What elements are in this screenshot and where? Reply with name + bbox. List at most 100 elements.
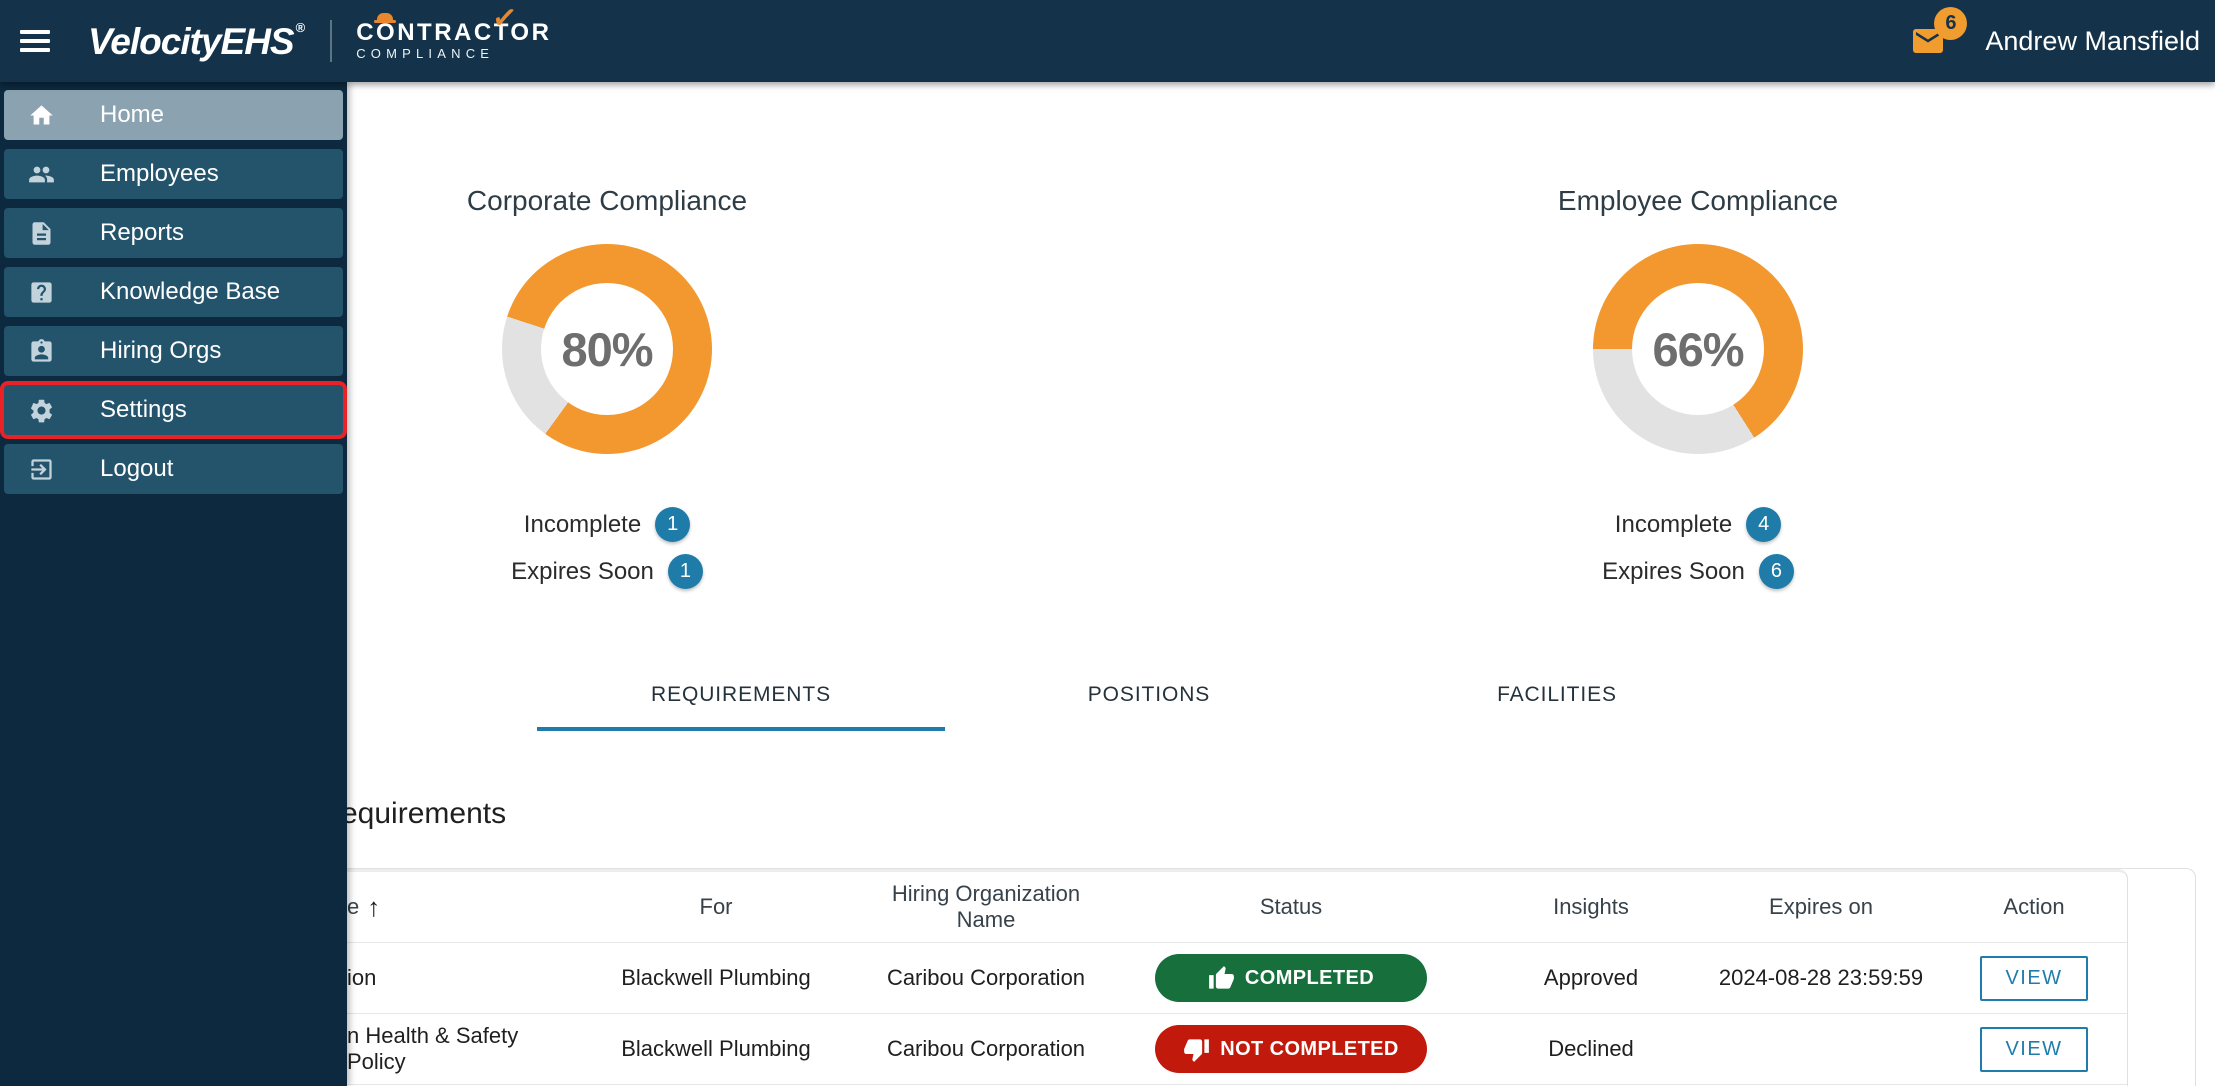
sidebar-item-label: Employees <box>100 160 219 188</box>
table-row: ion Blackwell Plumbing Caribou Corporati… <box>101 943 2127 1014</box>
top-app-bar: VelocityEHS® CONTRACTOR ✓ COMPLIANCE 6 A… <box>0 0 2215 82</box>
sidebar-item-knowledge-base[interactable]: Knowledge Base <box>4 267 343 317</box>
thumbs-down-icon <box>1183 1036 1210 1063</box>
employee-compliance-chart: Employee Compliance 66% Incomplete 4 Exp… <box>1488 185 1908 601</box>
tab-positions[interactable]: POSITIONS <box>945 658 1353 731</box>
contractor-compliance-logo: CONTRACTOR ✓ COMPLIANCE <box>356 21 551 62</box>
employees-icon <box>28 161 55 188</box>
tab-label: FACILITIES <box>1497 683 1617 707</box>
sidebar-item-reports[interactable]: Reports <box>4 208 343 258</box>
insights-cell: Declined <box>1481 1036 1701 1062</box>
active-tab-underline <box>537 727 945 731</box>
for-cell: Blackwell Plumbing <box>561 1036 871 1062</box>
view-button[interactable]: VIEW <box>1980 956 2087 1001</box>
requirements-section-heading: equirements <box>341 797 506 831</box>
requirements-card: e ↑ For Hiring Organization Name Status … <box>100 868 2196 1086</box>
donut-hole: 66% <box>1632 283 1764 415</box>
donut-hole: 80% <box>541 283 673 415</box>
sidebar-item-logout[interactable]: Logout <box>4 444 343 494</box>
action-cell: VIEW <box>1941 956 2127 1001</box>
requirements-table: e ↑ For Hiring Organization Name Status … <box>101 869 2128 1086</box>
column-header-action: Action <box>1941 894 2127 920</box>
donut-percent-label: 66% <box>1652 322 1743 377</box>
sidebar-item-hiring-orgs[interactable]: Hiring Orgs <box>4 326 343 376</box>
hardhat-icon <box>377 13 393 21</box>
expires-soon-label: Expires Soon <box>1602 558 1745 586</box>
chart-title: Corporate Compliance <box>397 185 817 217</box>
sidebar-item-label: Knowledge Base <box>100 278 280 306</box>
expires-cell: 2024-08-28 23:59:59 <box>1701 965 1941 991</box>
column-header-status[interactable]: Status <box>1101 894 1481 920</box>
sidebar-item-label: Settings <box>100 396 187 424</box>
column-header-org[interactable]: Hiring Organization Name <box>871 881 1101 933</box>
status-badge: COMPLETED <box>1155 954 1427 1002</box>
column-header-for[interactable]: For <box>561 894 871 920</box>
incomplete-count-badge: 1 <box>655 507 690 542</box>
chart-legend: Incomplete 4 Expires Soon 6 <box>1488 507 1908 589</box>
donut-chart: 66% <box>1593 244 1803 454</box>
registered-mark: ® <box>296 20 305 35</box>
column-header-expires[interactable]: Expires on <box>1701 894 1941 920</box>
expires-soon-count-badge: 6 <box>1759 554 1794 589</box>
sidebar-item-settings[interactable]: Settings <box>4 385 343 435</box>
column-header-insights[interactable]: Insights <box>1481 894 1701 920</box>
chart-legend: Incomplete 1 Expires Soon 1 <box>397 507 817 589</box>
home-icon <box>28 102 55 129</box>
chart-title: Employee Compliance <box>1488 185 1908 217</box>
expires-soon-row: Expires Soon 1 <box>397 554 817 589</box>
sidebar-item-employees[interactable]: Employees <box>4 149 343 199</box>
checkmark-icon: ✓ <box>491 5 521 32</box>
sort-ascending-icon[interactable]: ↑ <box>367 892 380 923</box>
hamburger-menu-icon[interactable] <box>20 30 50 52</box>
user-menu[interactable]: Andrew Mansfield <box>1985 26 2200 57</box>
logo-divider <box>330 20 332 62</box>
status-cell: NOT COMPLETED <box>1101 1025 1481 1073</box>
brand-text: VelocityEHS <box>88 21 294 62</box>
knowledge-base-icon <box>28 279 55 306</box>
incomplete-row: Incomplete 4 <box>1488 507 1908 542</box>
sidebar-item-label: Logout <box>100 455 173 483</box>
column-header-name-label: e <box>347 894 359 920</box>
for-cell: Blackwell Plumbing <box>561 965 871 991</box>
sidebar-item-home[interactable]: Home <box>4 90 343 140</box>
app-canvas: Corporate Compliance 80% Incomplete 1 Ex… <box>0 0 2215 1086</box>
logout-icon <box>28 456 55 483</box>
topbar-right-group: 6 Andrew Mansfield <box>1905 23 2215 59</box>
corporate-compliance-chart: Corporate Compliance 80% Incomplete 1 Ex… <box>397 185 817 601</box>
view-button[interactable]: VIEW <box>1980 1027 2087 1072</box>
sidebar-item-label: Home <box>100 101 164 129</box>
tab-facilities[interactable]: FACILITIES <box>1353 658 1761 731</box>
sidebar-item-label: Hiring Orgs <box>100 337 221 365</box>
incomplete-count-badge: 4 <box>1746 507 1781 542</box>
settings-gear-icon <box>28 397 55 424</box>
expires-soon-row: Expires Soon 6 <box>1488 554 1908 589</box>
navigation-sidebar: Home Employees Reports Knowledge Base Hi… <box>0 82 347 1086</box>
velocityehs-logo: VelocityEHS® <box>88 20 304 63</box>
tab-label: POSITIONS <box>1088 683 1210 707</box>
content-tabs: REQUIREMENTS POSITIONS FACILITIES <box>537 658 1761 731</box>
status-label: NOT COMPLETED <box>1220 1038 1399 1061</box>
insights-cell: Approved <box>1481 965 1701 991</box>
table-row: n Health & Safety Policy Blackwell Plumb… <box>101 1014 2127 1085</box>
notification-count-badge: 6 <box>1934 7 1967 40</box>
tab-label: REQUIREMENTS <box>651 683 831 707</box>
status-label: COMPLETED <box>1245 967 1374 990</box>
org-cell: Caribou Corporation <box>871 965 1101 991</box>
notifications-button[interactable]: 6 <box>1905 23 1951 59</box>
incomplete-label: Incomplete <box>1615 511 1732 539</box>
reports-icon <box>28 220 55 247</box>
incomplete-row: Incomplete 1 <box>397 507 817 542</box>
status-badge: NOT COMPLETED <box>1155 1025 1427 1073</box>
donut-percent-label: 80% <box>561 322 652 377</box>
sidebar-item-label: Reports <box>100 219 184 247</box>
thumbs-up-icon <box>1208 965 1235 992</box>
product-name-line1: CONTRACTOR ✓ <box>356 21 551 45</box>
status-cell: COMPLETED <box>1101 954 1481 1002</box>
table-header-row: e ↑ For Hiring Organization Name Status … <box>101 872 2127 943</box>
product-name-line2: COMPLIANCE <box>356 45 551 62</box>
expires-soon-label: Expires Soon <box>511 558 654 586</box>
org-cell: Caribou Corporation <box>871 1036 1101 1062</box>
hiring-orgs-icon <box>28 338 55 365</box>
tab-requirements[interactable]: REQUIREMENTS <box>537 658 945 731</box>
expires-soon-count-badge: 1 <box>668 554 703 589</box>
